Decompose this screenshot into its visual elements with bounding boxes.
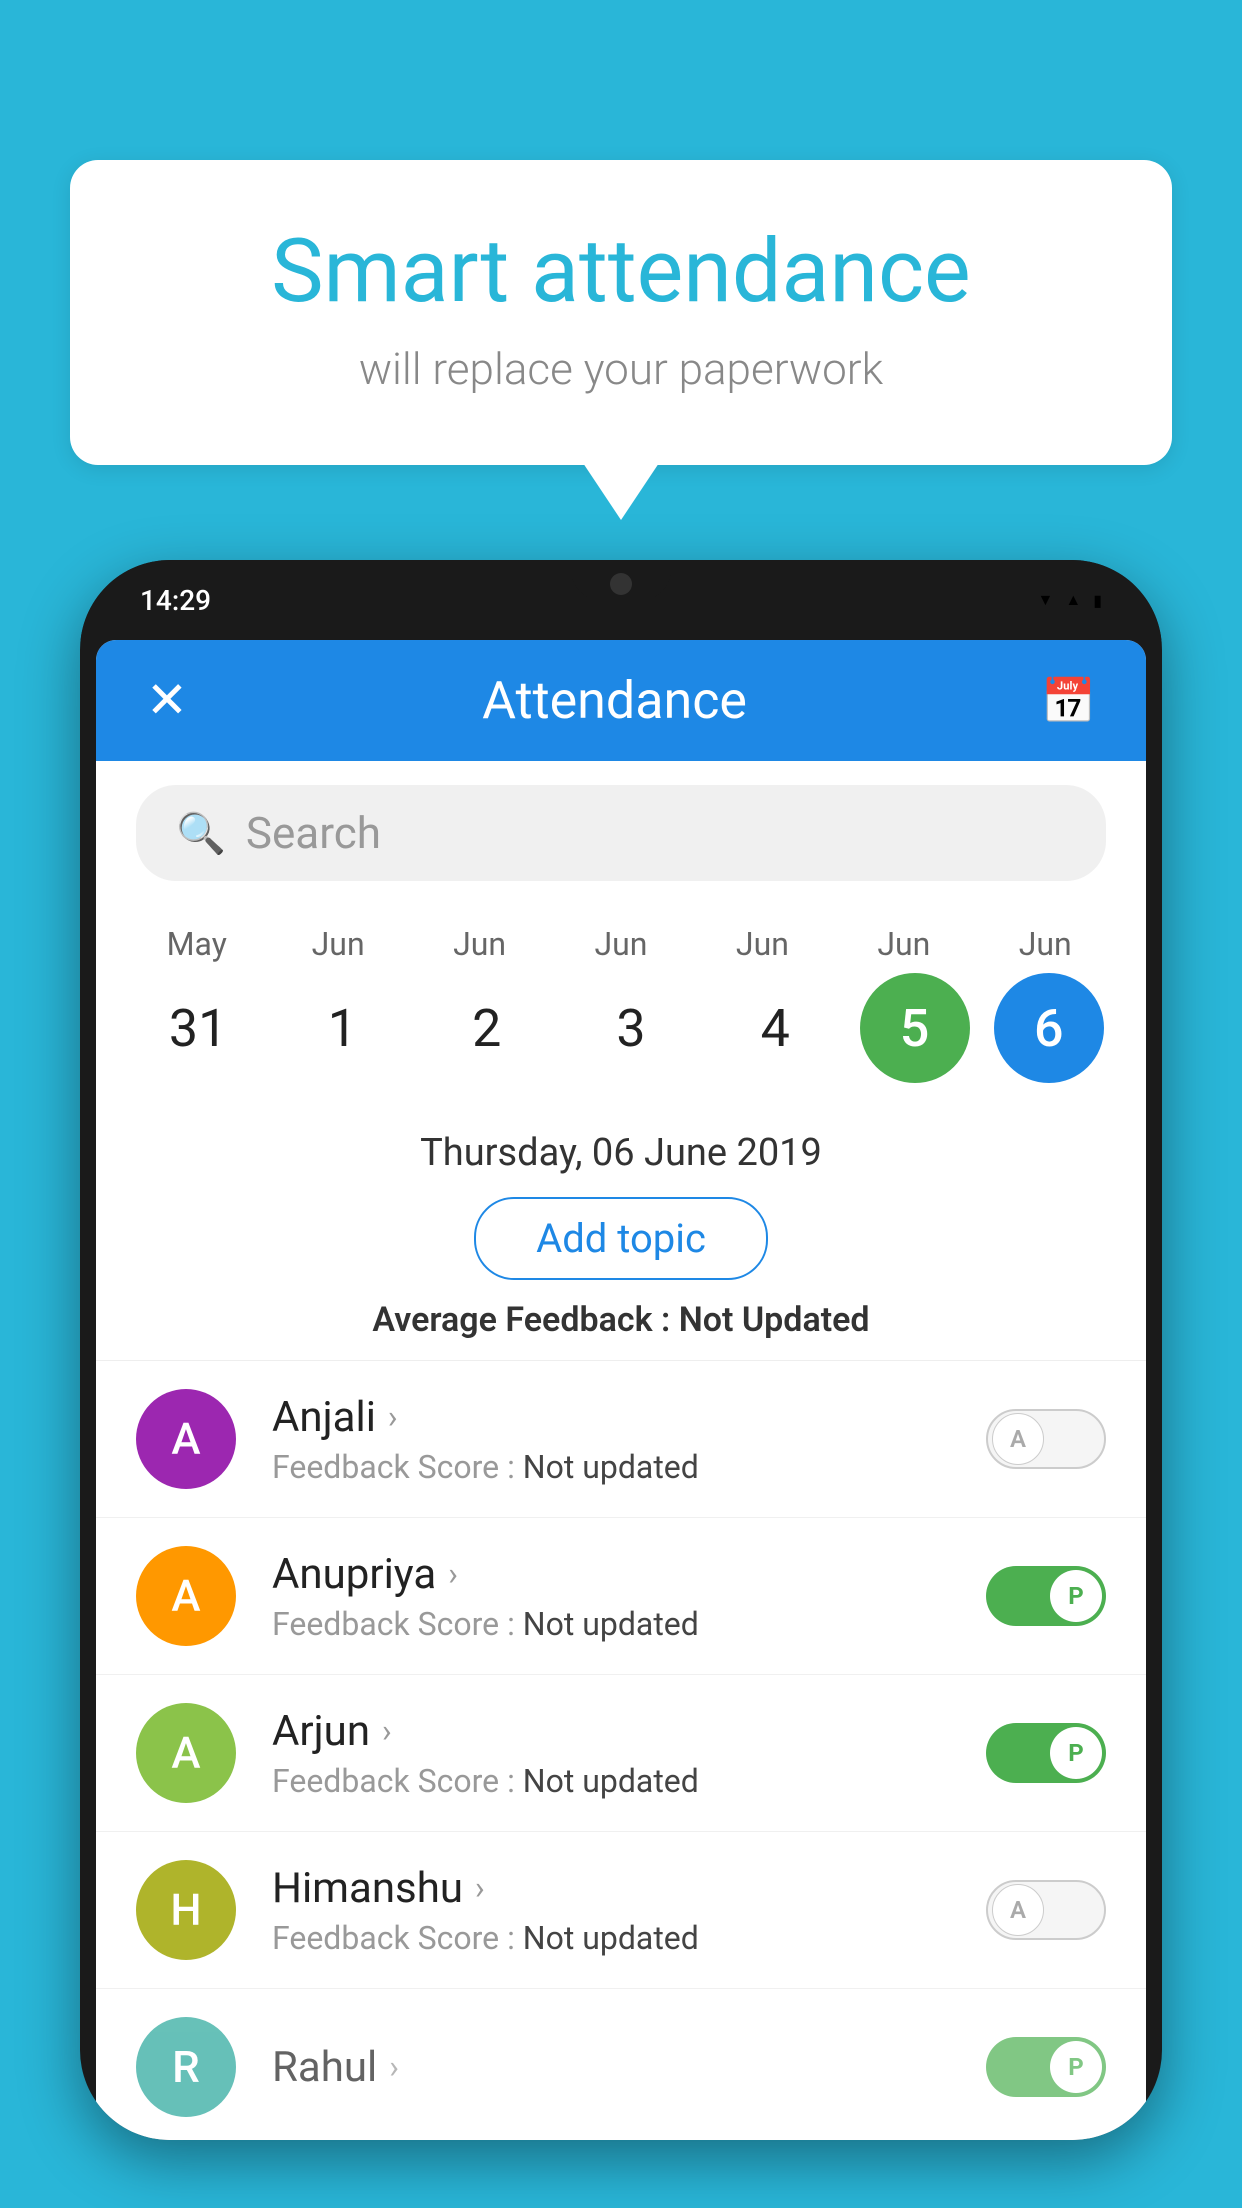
day-4[interactable]: 4 (715, 998, 835, 1059)
student-info: Anjali › Feedback Score : Not updated (272, 1393, 986, 1486)
avatar: R (136, 2017, 236, 2117)
bubble-title: Smart attendance (150, 220, 1092, 323)
month-5[interactable]: Jun (844, 925, 964, 963)
student-info: Anupriya › Feedback Score : Not updated (272, 1550, 986, 1643)
camera (610, 573, 632, 595)
bubble-subtitle: will replace your paperwork (150, 343, 1092, 395)
attendance-toggle-absent[interactable]: A (986, 1880, 1106, 1940)
student-name: Rahul › (272, 2043, 986, 2092)
status-icons: ▼ ▲ ▮ (1038, 590, 1103, 610)
student-name: Himanshu › (272, 1864, 986, 1913)
chevron-right-icon: › (475, 1869, 485, 1907)
day-6-today[interactable]: 6 (994, 973, 1104, 1083)
month-6[interactable]: Jun (985, 925, 1105, 963)
avg-feedback-label: Average Feedback : (372, 1300, 670, 1340)
day-5-selected[interactable]: 5 (860, 973, 970, 1083)
search-bar-container: 🔍 Search (96, 761, 1146, 905)
selected-date-text: Thursday, 06 June 2019 (136, 1131, 1106, 1175)
search-input[interactable]: Search (246, 807, 381, 859)
student-item[interactable]: A Anupriya › Feedback Score : Not update… (96, 1518, 1146, 1675)
speech-bubble: Smart attendance will replace your paper… (70, 160, 1172, 465)
student-item[interactable]: R Rahul › P (96, 1989, 1146, 2140)
student-name: Anupriya › (272, 1550, 986, 1599)
search-bar[interactable]: 🔍 Search (136, 785, 1106, 881)
speech-bubble-container: Smart attendance will replace your paper… (70, 160, 1172, 465)
close-button[interactable]: ✕ (146, 671, 188, 730)
chevron-right-icon: › (448, 1555, 458, 1593)
month-3[interactable]: Jun (561, 925, 681, 963)
toggle-knob: P (1050, 2041, 1102, 2093)
month-1[interactable]: Jun (278, 925, 398, 963)
chevron-right-icon: › (382, 1712, 392, 1750)
add-topic-button[interactable]: Add topic (474, 1197, 768, 1280)
avatar: A (136, 1389, 236, 1489)
months-row: May Jun Jun Jun Jun Jun Jun (126, 925, 1116, 963)
phone-container: 14:29 ▼ ▲ ▮ ✕ Attendance 📅 🔍 Se (80, 560, 1162, 2208)
date-picker: May Jun Jun Jun Jun Jun Jun 31 1 2 3 4 5… (96, 905, 1146, 1103)
days-row: 31 1 2 3 4 5 6 (126, 973, 1116, 1083)
day-3[interactable]: 3 (571, 998, 691, 1059)
attendance-toggle-present[interactable]: P (986, 2037, 1106, 2097)
student-feedback: Feedback Score : Not updated (272, 1762, 986, 1800)
month-0[interactable]: May (137, 925, 257, 963)
student-item[interactable]: A Anjali › Feedback Score : Not updated … (96, 1361, 1146, 1518)
student-info: Himanshu › Feedback Score : Not updated (272, 1864, 986, 1957)
student-list: A Anjali › Feedback Score : Not updated … (96, 1361, 1146, 2140)
app-screen: ✕ Attendance 📅 🔍 Search May Jun Jun Jun … (96, 640, 1146, 2140)
day-31[interactable]: 31 (138, 998, 258, 1059)
student-info: Rahul › (272, 2043, 986, 2092)
avatar: H (136, 1860, 236, 1960)
search-icon: 🔍 (176, 810, 226, 857)
student-feedback: Feedback Score : Not updated (272, 1448, 986, 1486)
phone-notch (571, 560, 671, 600)
toggle-knob: P (1050, 1570, 1102, 1622)
chevron-right-icon: › (389, 2048, 399, 2086)
attendance-toggle-present[interactable]: P (986, 1723, 1106, 1783)
phone-frame: 14:29 ▼ ▲ ▮ ✕ Attendance 📅 🔍 Se (80, 560, 1162, 2140)
student-name: Anjali › (272, 1393, 986, 1442)
month-2[interactable]: Jun (420, 925, 540, 963)
day-1[interactable]: 1 (282, 998, 402, 1059)
battery-icon: ▮ (1093, 591, 1102, 610)
chevron-right-icon: › (388, 1398, 398, 1436)
attendance-toggle-present[interactable]: P (986, 1566, 1106, 1626)
avatar: A (136, 1546, 236, 1646)
student-name: Arjun › (272, 1707, 986, 1756)
student-feedback: Feedback Score : Not updated (272, 1919, 986, 1957)
toggle-knob: P (1050, 1727, 1102, 1779)
status-bar: 14:29 ▼ ▲ ▮ (80, 560, 1162, 640)
avg-feedback: Average Feedback : Not Updated (136, 1300, 1106, 1340)
student-item[interactable]: H Himanshu › Feedback Score : Not update… (96, 1832, 1146, 1989)
selected-date-section: Thursday, 06 June 2019 Add topic Average… (96, 1103, 1146, 1361)
signal-icon: ▲ (1065, 590, 1081, 610)
month-4[interactable]: Jun (702, 925, 822, 963)
toggle-knob: A (992, 1884, 1044, 1936)
student-info: Arjun › Feedback Score : Not updated (272, 1707, 986, 1800)
app-header: ✕ Attendance 📅 (96, 640, 1146, 761)
status-time: 14:29 (140, 584, 211, 617)
app-title: Attendance (482, 670, 747, 731)
wifi-icon: ▼ (1038, 590, 1054, 610)
student-item[interactable]: A Arjun › Feedback Score : Not updated P (96, 1675, 1146, 1832)
student-feedback: Feedback Score : Not updated (272, 1605, 986, 1643)
day-2[interactable]: 2 (427, 998, 547, 1059)
avatar: A (136, 1703, 236, 1803)
attendance-toggle-absent[interactable]: A (986, 1409, 1106, 1469)
avg-feedback-value: Not Updated (679, 1300, 870, 1340)
calendar-icon[interactable]: 📅 (1041, 675, 1096, 727)
toggle-knob: A (992, 1413, 1044, 1465)
